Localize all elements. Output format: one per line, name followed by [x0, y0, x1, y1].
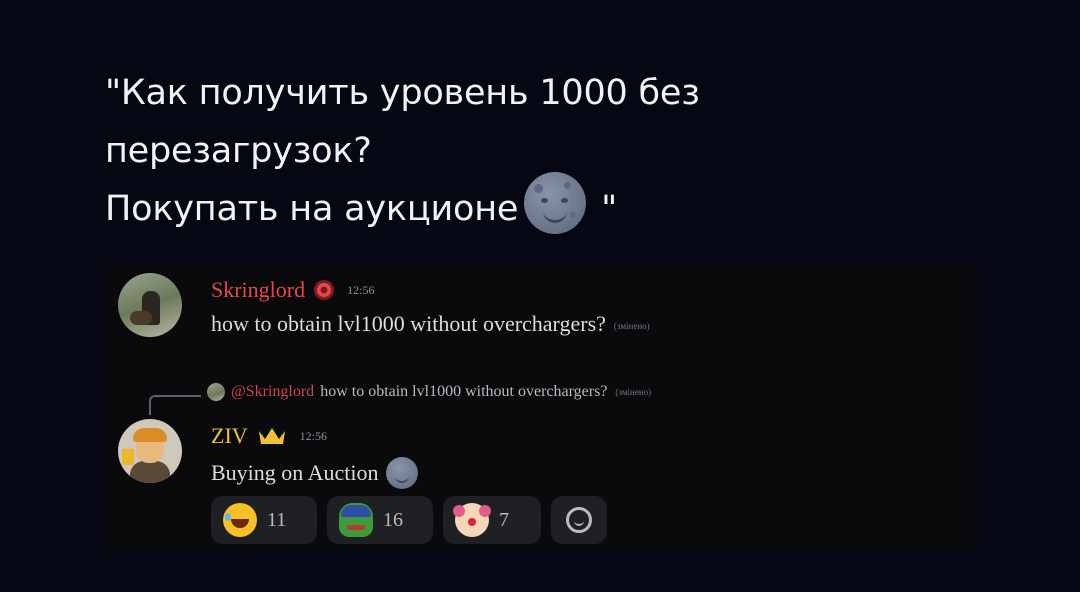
caption-line-3: Покупать на аукционе " [105, 172, 865, 238]
message-1-header: Skringlord 12:56 [211, 277, 374, 303]
reply-connector [149, 395, 201, 415]
clown-emoji-icon [453, 503, 489, 537]
crown-icon [256, 425, 288, 447]
reaction-count: 11 [267, 508, 287, 531]
message-1-text: how to obtain lvl1000 without overcharge… [211, 311, 606, 336]
pepe-emoji-icon [339, 503, 373, 537]
reaction-count: 7 [499, 508, 509, 531]
moon-face-icon [386, 457, 419, 489]
moon-face-icon [524, 172, 587, 234]
username-ziv[interactable]: ZIV [211, 423, 248, 449]
caption-line-3-text: Покупать на аукционе [105, 189, 519, 229]
reply-text: how to obtain lvl1000 without overcharge… [320, 383, 608, 400]
username-skringlord[interactable]: Skringlord [211, 277, 305, 303]
edited-label: (змінено) [613, 320, 650, 331]
caption-line-2: перезагрузок? [105, 131, 372, 171]
message-2-content: Buying on Auction [211, 457, 419, 489]
avatar-skringlord[interactable] [118, 273, 182, 337]
caption: "Как получить уровень 1000 без перезагру… [105, 64, 865, 238]
reactions-bar: 11 16 7 [211, 496, 607, 544]
rofl-emoji-icon [223, 503, 257, 537]
reply-mention[interactable]: @Skringlord [231, 383, 314, 401]
reply-edited-label: (змінено) [615, 387, 652, 397]
add-reaction-button[interactable] [551, 496, 607, 544]
shield-badge-icon [313, 279, 335, 301]
reply-preview[interactable]: @Skringlord how to obtain lvl1000 withou… [207, 383, 651, 401]
avatar-ziv[interactable] [118, 419, 182, 483]
message-1-content: how to obtain lvl1000 without overcharge… [211, 311, 650, 337]
reaction-clown[interactable]: 7 [443, 496, 541, 544]
reaction-pepe[interactable]: 16 [327, 496, 433, 544]
discord-chat-screenshot: Skringlord 12:56 how to obtain lvl1000 w… [105, 265, 975, 550]
caption-line-1: "Как получить уровень 1000 без [105, 73, 700, 113]
caption-closing-quote: " [590, 189, 618, 229]
reaction-rofl[interactable]: 11 [211, 496, 317, 544]
message-1-timestamp: 12:56 [347, 282, 375, 297]
message-2-timestamp: 12:56 [299, 428, 327, 443]
add-reaction-icon [566, 507, 592, 533]
message-2-header: ZIV 12:56 [211, 423, 327, 449]
reply-avatar [207, 383, 225, 401]
message-2-text: Buying on Auction [211, 460, 379, 485]
reaction-count: 16 [383, 508, 403, 531]
